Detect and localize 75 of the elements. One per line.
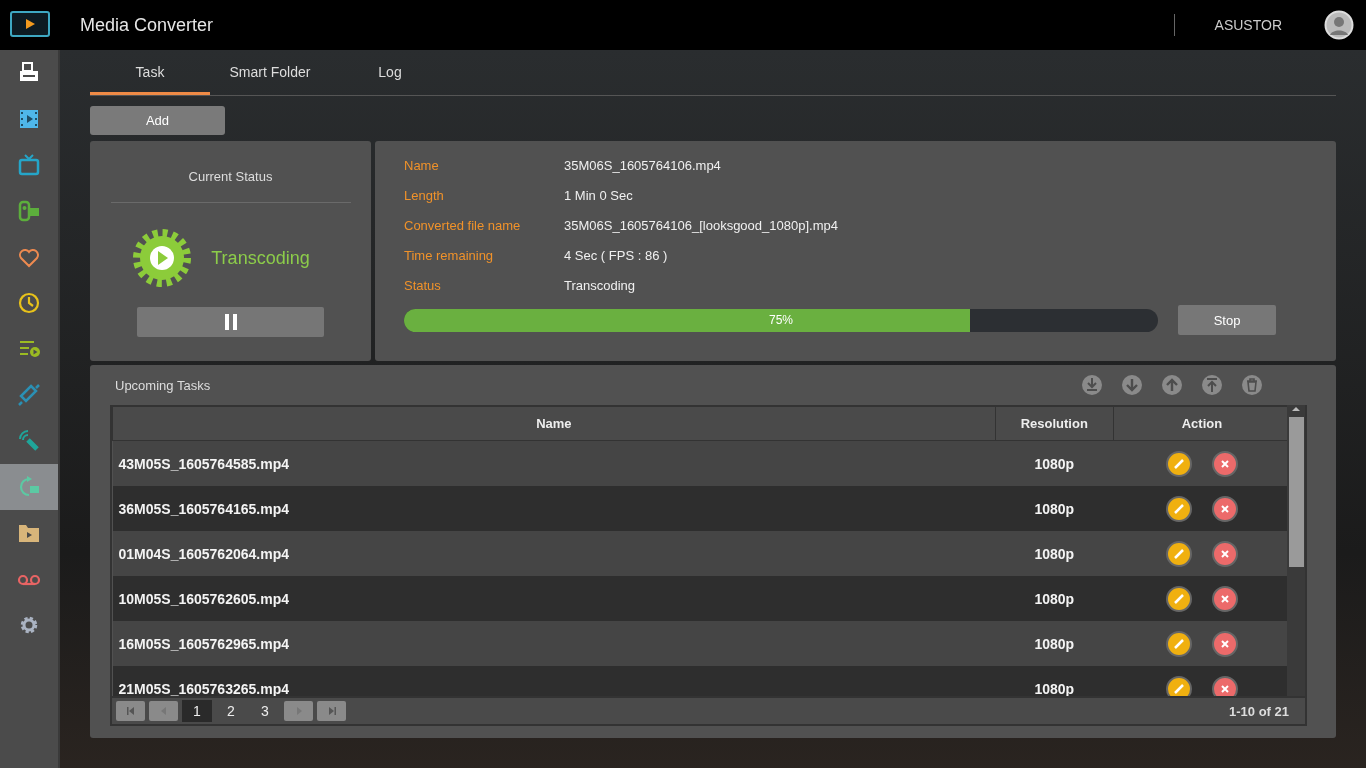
column-header[interactable]: Resolution <box>995 406 1114 441</box>
link-icon <box>17 383 41 407</box>
add-button[interactable]: Add <box>90 106 225 135</box>
field-value: Transcoding <box>564 278 637 295</box>
film-icon <box>17 107 41 131</box>
app-logo-icon <box>10 10 50 40</box>
table-cell: 10M05S_1605762605.mp4 <box>112 576 996 621</box>
delete-icon[interactable] <box>1211 495 1238 522</box>
table-cell: 21M05S_1605763265.mp4 <box>112 666 996 696</box>
table-cell: 1080p <box>995 621 1114 666</box>
edit-icon[interactable] <box>1165 585 1192 612</box>
page-range: 1-10 of 21 <box>1229 703 1289 719</box>
tv-icon <box>17 153 41 177</box>
camcorder-icon <box>17 199 41 223</box>
first-page-icon <box>125 706 136 716</box>
edit-icon[interactable] <box>1165 450 1192 477</box>
field-label: Time remaining <box>404 248 495 265</box>
tab[interactable]: Smart Folder <box>210 62 330 95</box>
first-page-button[interactable] <box>116 701 145 721</box>
delete-icon[interactable] <box>1211 450 1238 477</box>
stop-button[interactable]: Stop <box>1178 305 1276 335</box>
column-header[interactable]: Name <box>112 406 996 441</box>
pause-button[interactable] <box>137 307 324 337</box>
move-to-top-icon[interactable] <box>1201 374 1223 396</box>
table-cell: 01M04S_1605762064.mp4 <box>112 531 996 576</box>
delete-icon[interactable] <box>1211 540 1238 567</box>
last-page-icon <box>326 706 337 716</box>
clock-icon <box>17 291 41 315</box>
scrollbar[interactable] <box>1287 405 1305 696</box>
move-down-icon[interactable] <box>1121 374 1143 396</box>
field-label: Name <box>404 158 440 175</box>
field-label: Status <box>404 278 442 295</box>
move-to-bottom-icon[interactable] <box>1081 374 1103 396</box>
panel-title: Current Status <box>188 169 273 184</box>
table-cell: 16M05S_1605762965.mp4 <box>112 621 996 666</box>
username[interactable]: ASUSTOR <box>1214 17 1282 33</box>
delete-icon[interactable] <box>1211 585 1238 612</box>
delete-icon[interactable] <box>1211 630 1238 657</box>
field-label: Converted file name <box>404 218 522 235</box>
page-number[interactable]: 1 <box>182 700 212 722</box>
microphone-icon <box>17 429 41 453</box>
status-text: Transcoding <box>211 247 310 269</box>
edit-icon[interactable] <box>1165 675 1192 696</box>
table-cell: 1080p <box>995 486 1114 531</box>
table-cell: 1080p <box>995 440 1114 486</box>
user-avatar-icon[interactable] <box>1324 10 1354 40</box>
last-page-button[interactable] <box>317 701 346 721</box>
app-title: Media Converter <box>80 14 215 36</box>
gear-play-icon <box>131 227 194 289</box>
tab[interactable]: Log <box>330 62 450 95</box>
page-number[interactable]: 2 <box>216 700 246 722</box>
delete-icon[interactable] <box>1211 675 1238 696</box>
edit-icon[interactable] <box>1165 495 1192 522</box>
field-value: 1 Min 0 Sec <box>564 188 634 205</box>
move-up-icon[interactable] <box>1161 374 1183 396</box>
table-cell: 36M05S_1605764165.mp4 <box>112 486 996 531</box>
column-header[interactable]: Action <box>1113 406 1288 441</box>
page-number[interactable]: 3 <box>250 700 280 722</box>
panel-title: Upcoming Tasks <box>115 377 212 393</box>
field-label: Length <box>404 188 445 205</box>
table-cell: 1080p <box>995 531 1114 576</box>
field-value: 35M06S_1605764106_[looksgood_1080p].mp4 <box>564 218 839 235</box>
pause-icon <box>223 314 238 330</box>
edit-icon[interactable] <box>1165 540 1192 567</box>
table-cell: 1080p <box>995 576 1114 621</box>
table-cell: 1080p <box>995 666 1114 696</box>
table-cell: 43M05S_1605764585.mp4 <box>112 440 996 486</box>
field-value: 4 Sec ( FPS : 86 ) <box>564 248 669 265</box>
progress-reading: 75% <box>769 313 793 327</box>
tab[interactable]: Task <box>90 62 210 95</box>
trash-icon[interactable] <box>1241 374 1263 396</box>
field-value: 35M06S_1605764106.mp4 <box>564 158 722 175</box>
circular-arrow-icon <box>17 475 41 499</box>
edit-icon[interactable] <box>1165 630 1192 657</box>
scroll-up-icon[interactable] <box>1291 405 1302 413</box>
